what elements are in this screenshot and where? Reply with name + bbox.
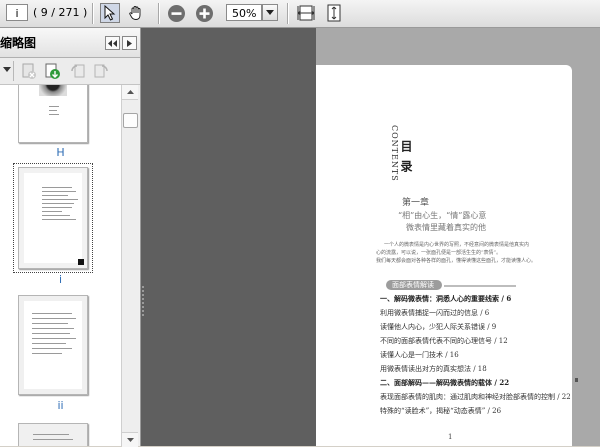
rotate-right-icon [94, 64, 108, 78]
rotate-left-button[interactable] [69, 62, 87, 84]
hand-icon [129, 6, 141, 20]
page-number: 1 [448, 433, 453, 441]
fit-width-button[interactable] [296, 3, 316, 23]
thumbnail-label: H [56, 146, 65, 159]
rotate-right-button[interactable] [92, 62, 110, 84]
scroll-thumb[interactable] [123, 113, 138, 128]
zoom-dropdown-button[interactable] [262, 4, 278, 21]
toolbar: i ( 9 / 271 ) 50% [0, 0, 600, 28]
thumbnail-view-box[interactable] [78, 259, 84, 265]
toc-entry[interactable]: 用微表情读出对方的真实想法 / 18 [380, 364, 487, 374]
fit-page-icon [327, 4, 341, 22]
fit-page-button[interactable] [324, 3, 344, 23]
toolbar-separator [92, 3, 94, 24]
toolbar-separator [158, 3, 160, 24]
page-thumbnail[interactable] [18, 423, 88, 446]
collapse-panel-button[interactable] [105, 36, 120, 50]
options-chevron-icon[interactable] [3, 67, 11, 72]
page-count: ( 9 / 271 ) [33, 6, 88, 19]
toc-entry[interactable]: 不同的面部表情代表不同的心理信号 / 12 [380, 336, 508, 346]
thumbnail-panel: 缩略图 H i ii [0, 28, 141, 447]
chevron-right-icon [127, 39, 132, 47]
toolbar-separator [13, 61, 14, 81]
page-thumbnail[interactable] [18, 295, 88, 395]
arrow-up-icon [126, 90, 134, 94]
scroll-up-button[interactable] [122, 85, 138, 100]
section-rule [444, 285, 516, 287]
insert-page-icon [45, 63, 60, 79]
thumbnail-image [39, 85, 67, 96]
select-tool-button[interactable] [100, 3, 120, 23]
panel-resize-handle[interactable] [142, 286, 144, 316]
thumbnail-label: ii [57, 399, 64, 412]
chapter-intro: 一个人的微表情是内心世界的写照，不经意间的微表情是他真实内 [384, 242, 530, 248]
expand-panel-button[interactable] [122, 36, 137, 50]
chapter-intro: 心的流露，可以说，一张面孔便是一部活生生的“表情”。 [376, 250, 502, 256]
toc-entry[interactable]: 表现面部表情的肌肉：通过肌肉和神经对脸部表情的控制 / 22 [380, 392, 571, 402]
page-thumbnail-current[interactable] [18, 167, 88, 269]
page-thumbnail[interactable] [18, 85, 88, 143]
chapter-label: 第一章 [402, 198, 430, 208]
insert-page-button[interactable] [43, 62, 61, 84]
thumbnail-toolbar [0, 58, 140, 85]
toolbar-separator [287, 3, 289, 24]
zoom-in-button[interactable] [194, 3, 214, 23]
section-badge: 面部表情解读 [386, 280, 442, 290]
page-number-input[interactable]: i [6, 4, 28, 21]
page-edge-mark [575, 378, 578, 382]
arrow-down-icon [126, 438, 134, 442]
delete-page-button[interactable] [20, 62, 38, 84]
cursor-arrow-icon [104, 5, 116, 21]
panel-title: 缩略图 [0, 36, 37, 50]
document-view[interactable]: CONTENTS 目 录 第一章 “相”由心生，“情”露心意 微表情里藏着真实的… [316, 28, 600, 446]
thumbnail-scrollbar[interactable] [121, 85, 139, 447]
contents-heading: 目 录 [399, 140, 413, 175]
rotate-left-icon [71, 64, 85, 78]
plus-circle-icon [195, 4, 213, 22]
thumbnail-list: H i ii [0, 85, 121, 446]
toc-entry[interactable]: 特殊的“读脸术”，揭秘“动态表情” / 26 [380, 406, 501, 416]
chapter-intro: 我们每天都会面对各种各样的面孔，懂得读懂这些面孔，才能读懂人心。 [376, 258, 537, 264]
double-chevron-left-icon [108, 39, 117, 47]
zoom-input[interactable]: 50% [226, 4, 262, 21]
delete-page-icon [22, 63, 36, 79]
toc-entry[interactable]: 利用微表情捕捉一闪而过的信息 / 6 [380, 308, 489, 318]
chapter-title-line-2: 微表情里藏着真实的他 [406, 223, 486, 232]
toc-entry[interactable]: 读懂他人内心，少犯人际关系错误 / 9 [380, 322, 496, 332]
thumbnail-label: i [58, 273, 63, 286]
toc-entry[interactable]: 读懂人心是一门技术 / 16 [380, 350, 459, 360]
document-page: CONTENTS 目 录 第一章 “相”由心生，“情”露心意 微表情里藏着真实的… [316, 65, 572, 446]
hand-tool-button[interactable] [126, 3, 146, 23]
zoom-out-button[interactable] [166, 3, 186, 23]
fit-width-icon [297, 5, 315, 21]
scroll-down-button[interactable] [122, 432, 138, 447]
thumbnail-panel-header: 缩略图 [0, 28, 140, 58]
thumbnail-page-content [24, 173, 82, 263]
chevron-down-icon [266, 10, 274, 15]
thumbnail-page-content [24, 301, 82, 389]
chapter-title-line-1: “相”由心生，“情”露心意 [398, 211, 487, 220]
toc-entry[interactable]: 一、解码微表情：洞悉人心的重要线索 / 6 [380, 294, 511, 304]
document-gutter [141, 28, 316, 446]
minus-circle-icon [167, 4, 185, 22]
toc-entry[interactable]: 二、面部解码——解码微表情的载体 / 22 [380, 378, 509, 388]
